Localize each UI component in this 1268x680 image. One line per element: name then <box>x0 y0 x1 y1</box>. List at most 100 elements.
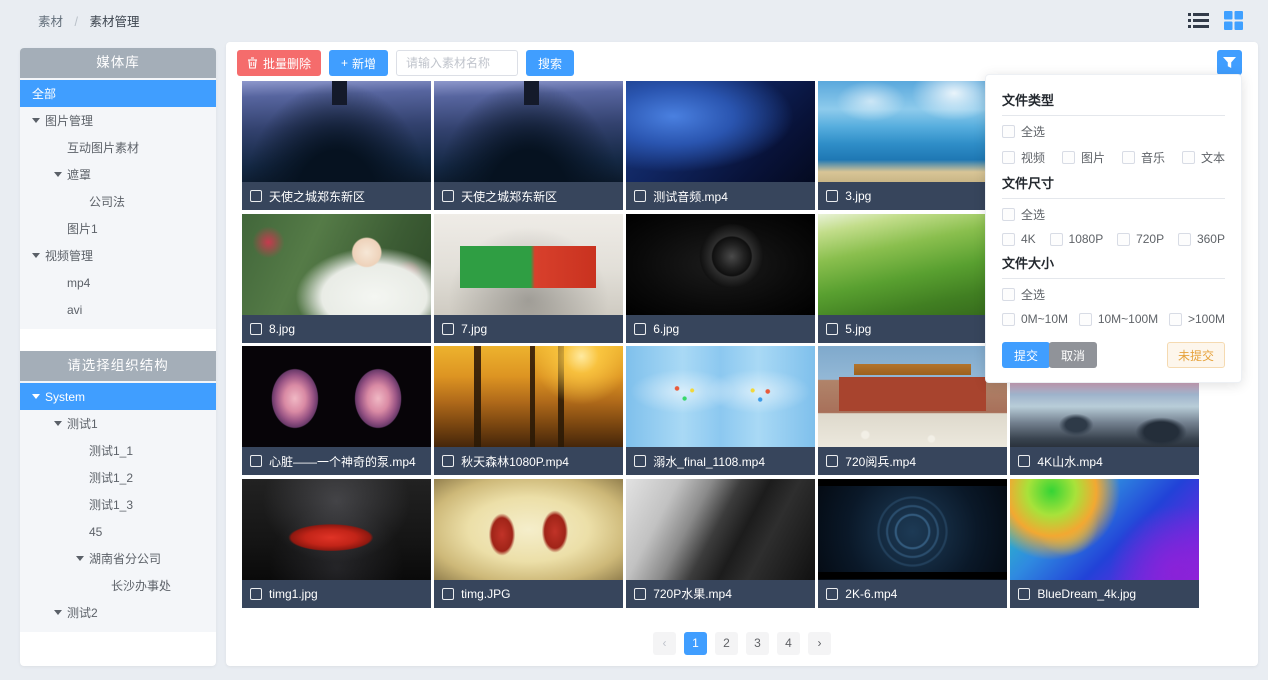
media-thumbnail[interactable] <box>626 479 815 580</box>
media-thumbnail[interactable] <box>626 81 815 182</box>
org-tree-item[interactable]: 湖南省分公司 <box>20 545 216 572</box>
filter-option[interactable]: 360P <box>1178 232 1225 246</box>
breadcrumb-item-material[interactable]: 素材 <box>38 15 63 29</box>
org-tree-item[interactable]: 测试1_1 <box>20 437 216 464</box>
media-card[interactable]: 8.jpg <box>242 214 431 343</box>
page-button[interactable]: 3 <box>746 632 769 655</box>
media-checkbox[interactable] <box>250 588 262 600</box>
checkbox-icon[interactable] <box>1182 151 1195 164</box>
filter-option[interactable]: 1080P <box>1050 232 1104 246</box>
not-submitted-badge[interactable]: 未提交 <box>1167 342 1225 368</box>
media-thumbnail[interactable] <box>818 479 1007 580</box>
checkbox-icon[interactable] <box>1050 233 1063 246</box>
media-card[interactable]: 5.jpg <box>818 214 1007 343</box>
filter-select-all[interactable]: 全选 <box>1002 279 1045 305</box>
page-button[interactable]: 4 <box>777 632 800 655</box>
page-button[interactable]: 2 <box>715 632 738 655</box>
media-checkbox[interactable] <box>250 323 262 335</box>
media-checkbox[interactable] <box>634 455 646 467</box>
checkbox-icon[interactable] <box>1002 233 1015 246</box>
media-checkbox[interactable] <box>1018 588 1030 600</box>
media-checkbox[interactable] <box>826 588 838 600</box>
filter-option[interactable]: 音乐 <box>1122 149 1165 166</box>
caret-down-icon[interactable] <box>54 421 67 426</box>
media-card[interactable]: timg.JPG <box>434 479 623 608</box>
checkbox-icon[interactable] <box>1002 125 1015 138</box>
media-thumbnail[interactable] <box>626 214 815 315</box>
filter-option[interactable]: 0M~10M <box>1002 312 1068 326</box>
media-thumbnail[interactable] <box>242 81 431 182</box>
media-tree-item[interactable]: mp4 <box>20 269 216 296</box>
checkbox-icon[interactable] <box>1117 233 1130 246</box>
media-card[interactable]: 720阅兵.mp4 <box>818 346 1007 475</box>
media-card[interactable]: 天使之城郑东新区 <box>242 81 431 210</box>
media-thumbnail[interactable] <box>434 346 623 447</box>
caret-down-icon[interactable] <box>54 172 67 177</box>
media-tree-item[interactable]: 图片管理 <box>20 107 216 134</box>
list-view-icon[interactable] <box>1188 11 1210 29</box>
add-button[interactable]: + 新增 <box>329 50 388 76</box>
org-tree-item[interactable]: 45 <box>20 518 216 545</box>
media-checkbox[interactable] <box>634 588 646 600</box>
media-thumbnail[interactable] <box>242 479 431 580</box>
media-tree-item[interactable]: 遮罩 <box>20 161 216 188</box>
filter-select-all[interactable]: 全选 <box>1002 116 1045 142</box>
page-button[interactable]: 1 <box>684 632 707 655</box>
org-tree-item[interactable]: System <box>20 383 216 410</box>
media-tree-item[interactable]: 图片1 <box>20 215 216 242</box>
filter-option[interactable]: 4K <box>1002 232 1036 246</box>
org-tree-item[interactable]: 测试1_2 <box>20 464 216 491</box>
filter-option[interactable]: 10M~100M <box>1079 312 1158 326</box>
submit-button[interactable]: 提交 <box>1002 342 1050 368</box>
org-tree-item[interactable]: 测试1 <box>20 410 216 437</box>
checkbox-icon[interactable] <box>1122 151 1135 164</box>
next-page-button[interactable]: › <box>808 632 831 655</box>
media-checkbox[interactable] <box>1018 455 1030 467</box>
media-checkbox[interactable] <box>442 588 454 600</box>
media-checkbox[interactable] <box>634 323 646 335</box>
search-input[interactable] <box>396 50 518 76</box>
media-card[interactable]: 3.jpg <box>818 81 1007 210</box>
media-thumbnail[interactable] <box>626 346 815 447</box>
filter-button[interactable] <box>1217 50 1242 75</box>
filter-option[interactable]: >100M <box>1169 312 1225 326</box>
media-thumbnail[interactable] <box>818 81 1007 182</box>
media-thumbnail[interactable] <box>434 214 623 315</box>
media-thumbnail[interactable] <box>242 214 431 315</box>
media-tree-item[interactable]: 视频管理 <box>20 242 216 269</box>
media-card[interactable]: BlueDream_4k.jpg <box>1010 479 1199 608</box>
org-tree-item[interactable]: 测试2 <box>20 599 216 626</box>
checkbox-icon[interactable] <box>1079 313 1092 326</box>
media-card[interactable]: 6.jpg <box>626 214 815 343</box>
caret-down-icon[interactable] <box>54 610 67 615</box>
cancel-button[interactable]: 取消 <box>1049 342 1097 368</box>
filter-option[interactable]: 720P <box>1117 232 1164 246</box>
checkbox-icon[interactable] <box>1002 208 1015 221</box>
org-tree-item[interactable]: 测试1_3 <box>20 491 216 518</box>
media-thumbnail[interactable] <box>242 346 431 447</box>
caret-down-icon[interactable] <box>32 118 45 123</box>
filter-select-all[interactable]: 全选 <box>1002 199 1045 225</box>
media-card[interactable]: 2K-6.mp4 <box>818 479 1007 608</box>
media-tree-item[interactable]: 互动图片素材 <box>20 134 216 161</box>
media-checkbox[interactable] <box>826 455 838 467</box>
media-card[interactable]: 测试音频.mp4 <box>626 81 815 210</box>
checkbox-icon[interactable] <box>1002 313 1015 326</box>
checkbox-icon[interactable] <box>1062 151 1075 164</box>
media-checkbox[interactable] <box>826 323 838 335</box>
caret-down-icon[interactable] <box>32 394 45 399</box>
media-checkbox[interactable] <box>250 190 262 202</box>
caret-down-icon[interactable] <box>76 556 89 561</box>
caret-down-icon[interactable] <box>32 253 45 258</box>
media-card[interactable]: 秋天森林1080P.mp4 <box>434 346 623 475</box>
filter-option[interactable]: 视频 <box>1002 149 1045 166</box>
media-checkbox[interactable] <box>442 455 454 467</box>
filter-option[interactable]: 图片 <box>1062 149 1105 166</box>
media-tree-item[interactable]: avi <box>20 296 216 323</box>
media-card[interactable]: timg1.jpg <box>242 479 431 608</box>
media-thumbnail[interactable] <box>818 214 1007 315</box>
media-tree-item[interactable]: 全部 <box>20 80 216 107</box>
media-checkbox[interactable] <box>442 323 454 335</box>
media-card[interactable]: 溺水_final_1108.mp4 <box>626 346 815 475</box>
media-card[interactable]: 7.jpg <box>434 214 623 343</box>
